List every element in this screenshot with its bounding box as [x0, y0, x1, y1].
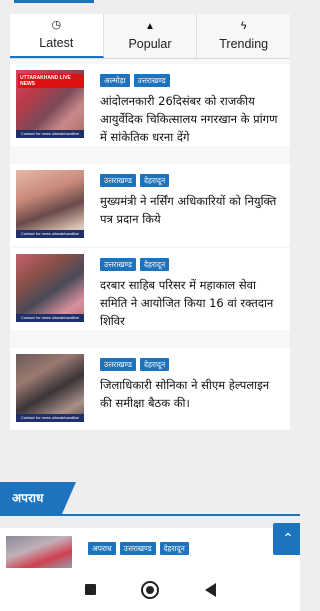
article-card[interactable]: Contact for news uttarakhandlive उत्तराख… — [10, 164, 290, 246]
tag-list: उत्तराखण्ड देहरादून — [100, 174, 170, 187]
square-icon — [84, 584, 96, 595]
screen: ◷ Latest ▲ Popular ϟ Trending UTTARAKHAN… — [0, 0, 300, 611]
tag-link[interactable]: उत्तराखण्ड — [119, 542, 156, 555]
system-navigation-bar — [0, 568, 300, 611]
flame-icon: ▲ — [145, 21, 155, 32]
article-headline[interactable]: आंदोलनकारी 26दिसंबर को राजकीय आयुर्वेदिक… — [100, 92, 284, 146]
tag-link[interactable]: अपराध — [88, 542, 116, 555]
article-headline[interactable]: मुख्यमंत्री ने नर्सिंग अधिकारियों को निय… — [100, 192, 284, 228]
tag-link[interactable]: देहरादून — [140, 174, 170, 187]
tag-link[interactable]: उत्तराखण्ड — [133, 74, 170, 87]
tag-link[interactable]: अल्मोड़ा — [100, 74, 130, 87]
thumbnail-photo — [6, 536, 72, 568]
section-title[interactable]: अपराध — [0, 482, 76, 514]
tag-link[interactable]: उत्तराखण्ड — [100, 174, 137, 187]
news-logo: UTTARAKHAND LIVE NEWS — [18, 74, 84, 88]
article-thumbnail[interactable]: Contact for news uttarakhandlive — [16, 170, 84, 238]
article-card[interactable]: Contact for news uttarakhandlive उत्तराख… — [10, 348, 290, 430]
thumbnail-photo — [16, 170, 84, 238]
tag-link[interactable]: उत्तराखण्ड — [100, 258, 137, 271]
article-thumbnail[interactable]: Contact for news uttarakhandlive — [16, 354, 84, 422]
tab-popular[interactable]: ▲ Popular — [104, 14, 198, 58]
circle-icon — [141, 580, 159, 599]
home-button[interactable] — [138, 578, 162, 602]
article-thumbnail[interactable]: Contact for news uttarakhandlive — [16, 254, 84, 322]
article-headline[interactable]: दरबार साहिब परिसर में महाकाल सेवा समिति … — [100, 276, 284, 330]
tag-link[interactable]: देहरादून — [159, 542, 189, 555]
bolt-icon: ϟ — [240, 20, 247, 32]
tab-label: Latest — [39, 36, 74, 50]
clock-icon: ◷ — [51, 19, 62, 31]
tab-label: Trending — [219, 37, 269, 51]
back-button[interactable] — [198, 578, 222, 602]
recents-button[interactable] — [78, 578, 102, 602]
tag-link[interactable]: उत्तराखण्ड — [100, 358, 137, 371]
thumbnail-photo — [16, 254, 84, 322]
section-header-bar: अपराध — [0, 482, 300, 516]
tab-trending[interactable]: ϟ Trending — [197, 14, 290, 58]
article-thumbnail[interactable]: UTTARAKHAND LIVE NEWS Contact for news u… — [16, 70, 84, 138]
top-accent-line — [14, 0, 94, 3]
thumbnail-caption: Contact for news uttarakhandlive — [16, 130, 84, 138]
tab-latest[interactable]: ◷ Latest — [10, 14, 104, 58]
tag-list: अपराध उत्तराखण्ड देहरादून — [88, 542, 189, 555]
article-card[interactable]: Contact for news uttarakhandlive उत्तराख… — [10, 248, 290, 330]
tag-list: उत्तराखण्ड देहरादून — [100, 358, 170, 371]
article-card[interactable]: अपराध उत्तराखण्ड देहरादून — [0, 528, 300, 568]
thumbnail-caption: Contact for news uttarakhandlive — [16, 230, 84, 238]
tag-list: उत्तराखण्ड देहरादून — [100, 258, 170, 271]
tab-bar: ◷ Latest ▲ Popular ϟ Trending — [10, 14, 290, 59]
tag-list: अल्मोड़ा उत्तराखण्ड — [100, 74, 170, 87]
chevron-up-icon: ⌃ — [282, 531, 294, 547]
tag-link[interactable]: देहरादून — [140, 258, 170, 271]
tab-label: Popular — [128, 37, 172, 51]
top-strip — [0, 0, 300, 10]
news-tabs-panel: ◷ Latest ▲ Popular ϟ Trending UTTARAKHAN… — [10, 14, 290, 430]
article-headline[interactable]: जिलाधिकारी सोनिका ने सीएम हेल्पलाइन की स… — [100, 376, 284, 412]
thumbnail-photo — [16, 354, 84, 422]
article-card[interactable]: UTTARAKHAND LIVE NEWS Contact for news u… — [10, 64, 290, 146]
tag-link[interactable]: देहरादून — [140, 358, 170, 371]
thumbnail-caption: Contact for news uttarakhandlive — [16, 314, 84, 322]
triangle-back-icon — [204, 582, 216, 597]
scroll-to-top-button[interactable]: ⌃ — [273, 523, 300, 555]
article-thumbnail[interactable] — [6, 536, 72, 568]
thumbnail-caption: Contact for news uttarakhandlive — [16, 414, 84, 422]
